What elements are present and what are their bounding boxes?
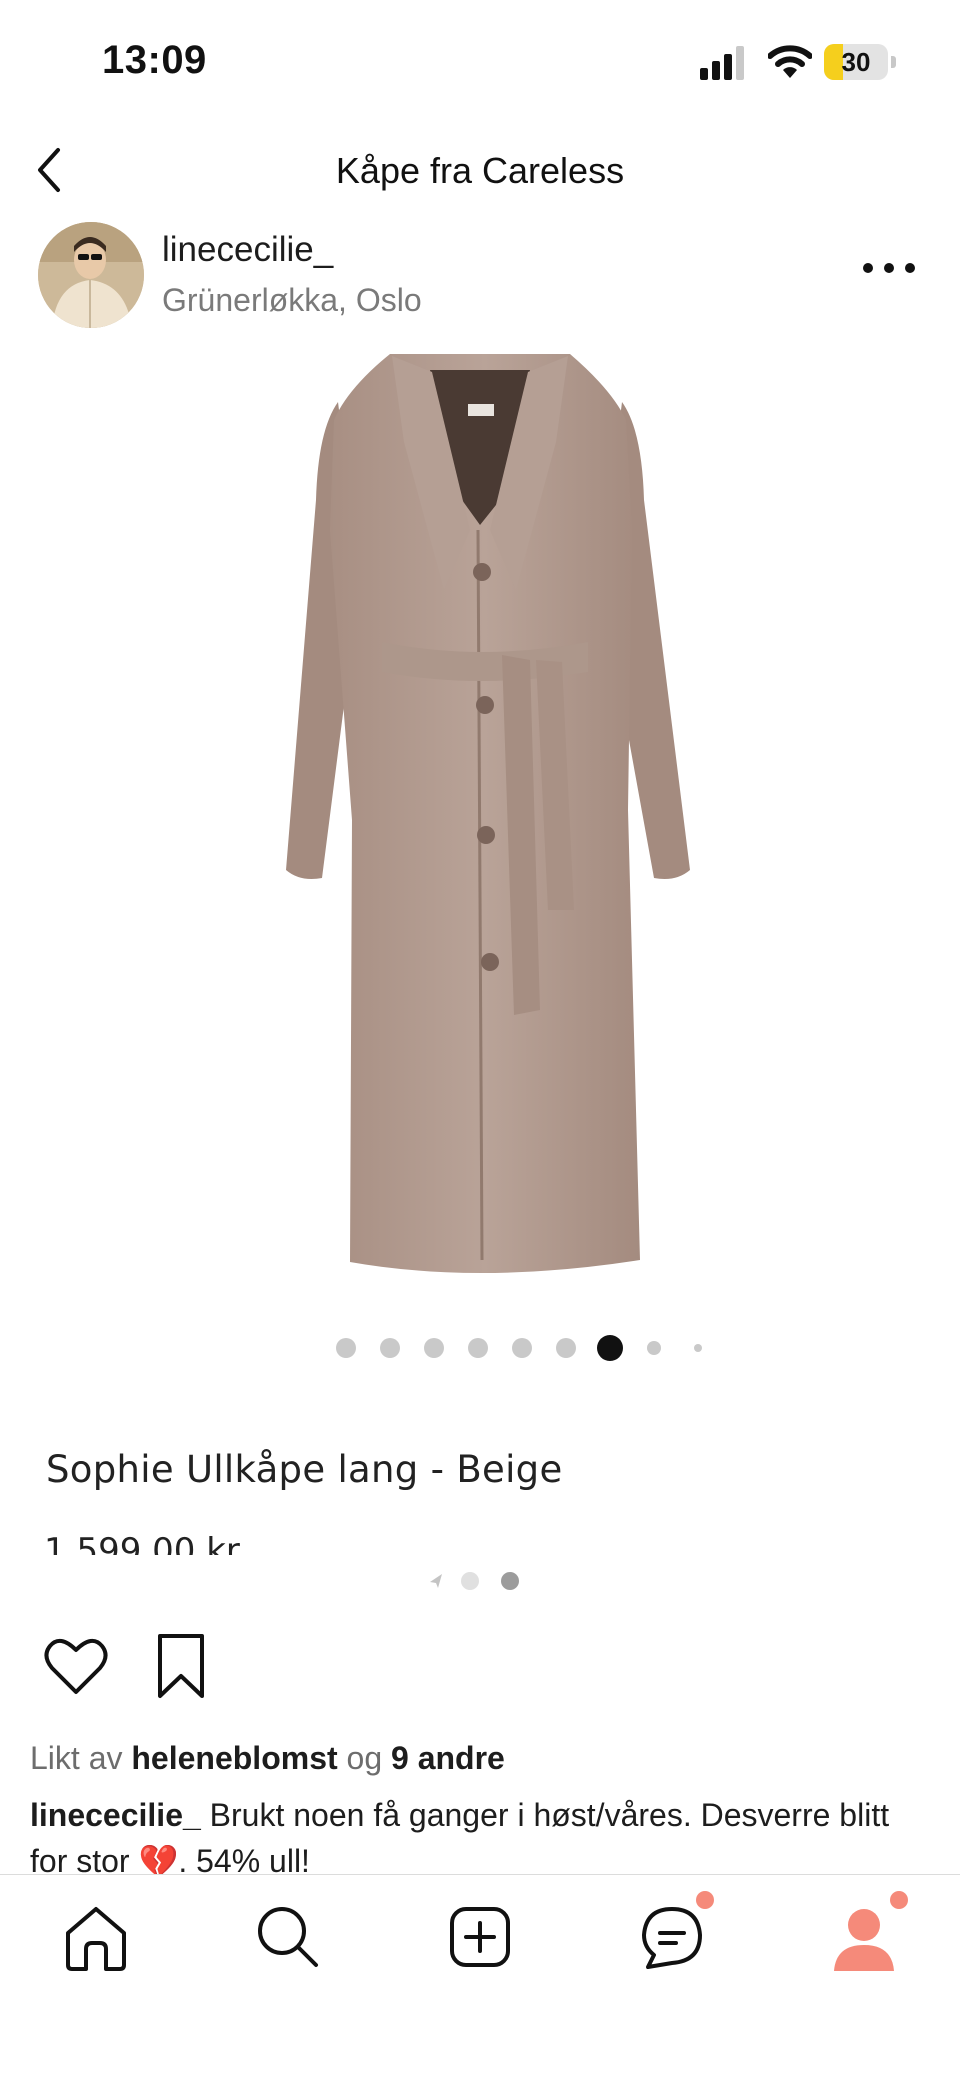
carousel-dot-active (597, 1335, 623, 1361)
product-image[interactable] (0, 350, 960, 1290)
location-label[interactable]: Grünerløkka, Oslo (162, 282, 422, 319)
caption-username[interactable]: linececilie_ (30, 1797, 201, 1833)
likes-joiner: og (346, 1740, 383, 1776)
likes-summary[interactable]: Likt av heleneblomst og 9 andre (30, 1740, 505, 1777)
product-price: 1.599,00 kr (44, 1531, 240, 1555)
profile-badge (890, 1891, 908, 1909)
product-title[interactable]: Sophie Ullkåpe lang - Beige (46, 1448, 563, 1491)
carousel-dot (556, 1338, 576, 1358)
price-clip: 1.599,00 kr (40, 1525, 740, 1555)
post-author-row: linececilie_ Grünerløkka, Oslo (0, 220, 960, 332)
carousel-dot (468, 1338, 488, 1358)
profile-icon[interactable] (824, 1897, 904, 1977)
inner-carousel-dots (430, 1572, 519, 1590)
cellular-signal-icon (700, 46, 744, 80)
carousel-dot (647, 1341, 661, 1355)
likes-others-count[interactable]: 9 andre (391, 1740, 505, 1776)
wifi-icon (768, 45, 812, 78)
carousel-dot (512, 1338, 532, 1358)
battery-level-text: 30 (841, 47, 871, 77)
page-title: Kåpe fra Careless (335, 150, 625, 191)
liked-by-user[interactable]: heleneblomst (131, 1740, 337, 1776)
bookmark-icon[interactable] (152, 1632, 210, 1700)
likes-prefix: Likt av (30, 1740, 123, 1776)
heart-icon[interactable] (44, 1636, 108, 1696)
avatar[interactable] (38, 222, 144, 328)
search-icon[interactable] (248, 1897, 328, 1977)
carousel-dot (380, 1338, 400, 1358)
carousel-dot (336, 1338, 356, 1358)
username[interactable]: linececilie_ (162, 230, 333, 270)
more-horizontal-icon[interactable] (862, 258, 916, 278)
add-icon[interactable] (440, 1897, 520, 1977)
nav-header: Kåpe fra Careless (0, 120, 960, 220)
post-caption: linececilie_ Brukt noen få ganger i høst… (30, 1792, 930, 1884)
status-time: 13:09 (102, 38, 207, 82)
carousel-dot (694, 1344, 702, 1352)
chat-badge (696, 1891, 714, 1909)
chat-icon[interactable] (632, 1897, 712, 1977)
carousel-dot (424, 1338, 444, 1358)
home-icon[interactable] (56, 1897, 136, 1977)
carousel-pagination (0, 1330, 960, 1370)
status-bar: 13:09 30 (0, 0, 960, 120)
battery-indicator: 30 (824, 44, 896, 80)
tab-bar (0, 1875, 960, 1995)
